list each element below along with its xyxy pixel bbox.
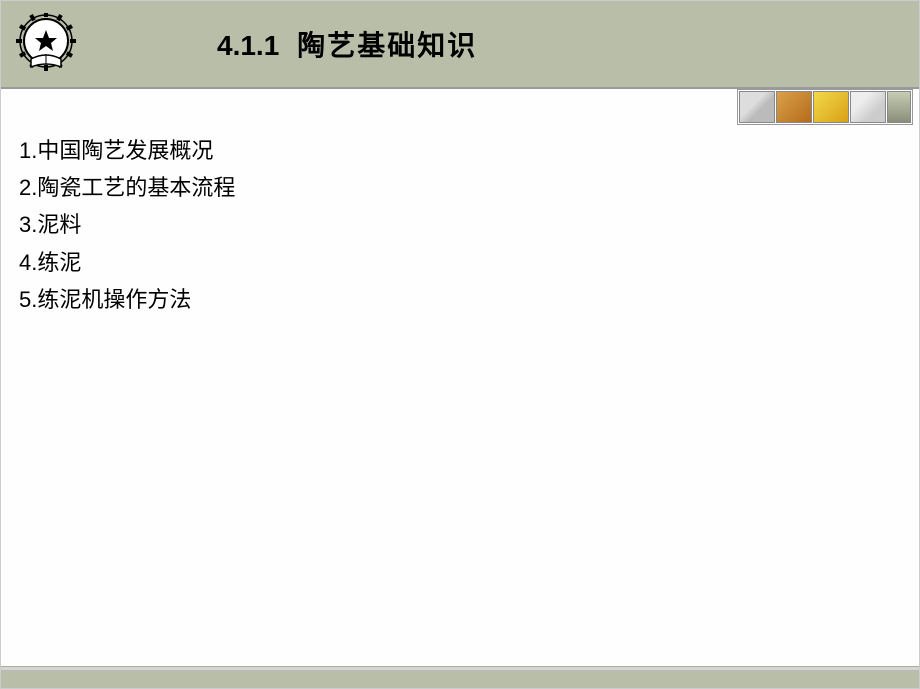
list-item: 1.中国陶艺发展概况 — [19, 133, 901, 168]
thumbnail-strip — [737, 89, 913, 125]
title-text: 陶艺基础知识 — [297, 30, 477, 61]
footer-bar — [1, 670, 919, 688]
slide: 4.1.1陶艺基础知识 1.中国陶艺发展概况 2.陶瓷工艺的基本流程 3.泥料 … — [0, 0, 920, 689]
thumb-icon — [887, 91, 911, 123]
list-item: 2.陶瓷工艺的基本流程 — [19, 170, 901, 205]
list-item: 5.练泥机操作方法 — [19, 282, 901, 317]
section-number: 4.1.1 — [217, 30, 279, 61]
thumb-icon — [850, 91, 886, 123]
list-item: 3.泥料 — [19, 207, 901, 242]
slide-title: 4.1.1 陶艺基础知识 — [217, 24, 477, 64]
badge-icon — [15, 13, 77, 75]
list-item: 4.练泥 — [19, 245, 901, 280]
thumb-icon — [776, 91, 812, 123]
header-bar: 4.1.1 陶艺基础知识 — [1, 1, 919, 89]
thumb-icon — [739, 91, 775, 123]
thumb-icon — [813, 91, 849, 123]
